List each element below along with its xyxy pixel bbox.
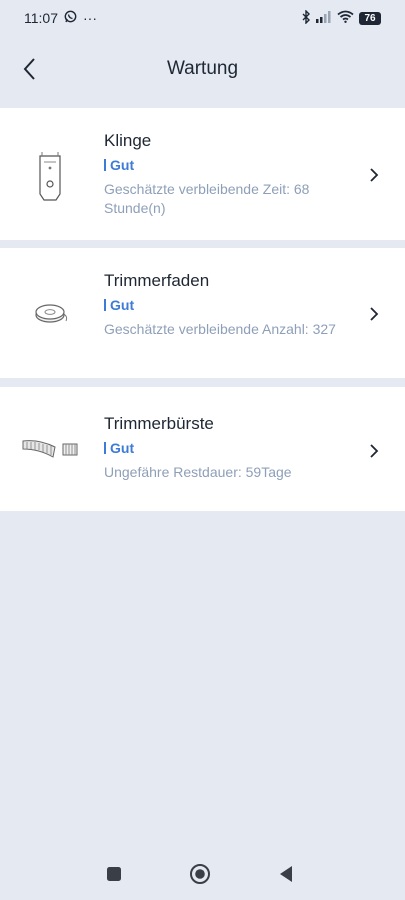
wifi-icon	[337, 10, 354, 26]
trimmer-line-spool-icon	[14, 296, 86, 332]
status-left: 11:07 ···	[24, 10, 97, 26]
clock: 11:07	[24, 10, 58, 26]
chevron-right-icon	[367, 441, 381, 461]
blade-status-label: Gut	[110, 157, 135, 173]
status-bar: 11:07 ··· 76	[0, 0, 405, 36]
back-triangle-icon[interactable]	[274, 862, 298, 886]
more-notifications-icon: ···	[83, 10, 97, 26]
chevron-right-icon	[367, 165, 381, 185]
blade-status: Gut	[104, 156, 357, 174]
trimmer-line-status: Gut	[104, 296, 357, 314]
trimmer-brush-icon	[14, 433, 86, 463]
trimmer-brush-status-label: Gut	[110, 440, 135, 456]
blade-title: Klinge	[104, 131, 152, 150]
signal-icon	[316, 10, 332, 26]
whatsapp-icon	[64, 10, 77, 26]
trimmer-brush-status: Gut	[104, 439, 357, 457]
status-right: 76	[301, 8, 381, 27]
chevron-left-icon	[23, 58, 35, 80]
system-nav-bar	[0, 852, 405, 896]
status-indicator	[104, 442, 106, 454]
maintenance-item-blade[interactable]: Klinge Gut Geschätzte verbleibende Zeit:…	[0, 108, 405, 240]
trimmer-brush-info: Trimmerbürste Gut Ungefähre Restdauer: 5…	[104, 413, 357, 482]
battery-icon: 76	[359, 11, 381, 25]
app-header: Wartung	[0, 36, 405, 102]
status-indicator	[104, 159, 106, 171]
chevron-right-icon	[367, 304, 381, 324]
trimmer-brush-title: Trimmerbürste	[104, 414, 214, 433]
recents-square-icon[interactable]	[102, 862, 126, 886]
page-title: Wartung	[166, 58, 239, 79]
back-button[interactable]	[14, 53, 46, 85]
blade-icon	[14, 148, 86, 208]
maintenance-item-trimmer-brush[interactable]: Trimmerbürste Gut Ungefähre Restdauer: 5…	[0, 387, 405, 511]
status-indicator	[104, 299, 106, 311]
blade-detail: Geschätzte verbleibende Zeit: 68 Stunde(…	[104, 181, 310, 216]
blade-info: Klinge Gut Geschätzte verbleibende Zeit:…	[104, 130, 357, 218]
trimmer-line-info: Trimmerfaden Gut Geschätzte verbleibende…	[104, 270, 357, 339]
home-circle-icon[interactable]	[188, 862, 212, 886]
bluetooth-icon	[301, 8, 311, 27]
trimmer-line-status-label: Gut	[110, 297, 135, 313]
trimmer-line-title: Trimmerfaden	[104, 271, 210, 290]
trimmer-brush-detail: Ungefähre Restdauer: 59Tage	[104, 464, 292, 480]
maintenance-item-trimmer-line[interactable]: Trimmerfaden Gut Geschätzte verbleibende…	[0, 248, 405, 378]
trimmer-line-detail: Geschätzte verbleibende Anzahl: 327	[104, 321, 336, 337]
